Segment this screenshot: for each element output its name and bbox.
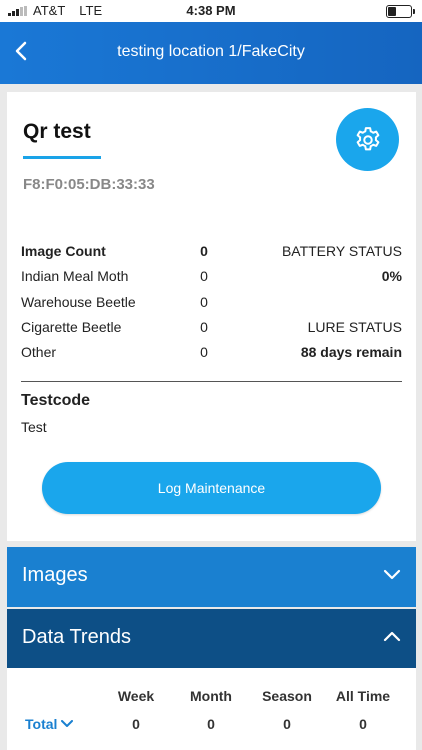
count-value: 0 bbox=[200, 344, 208, 360]
count-row: Warehouse Beetle 0 bbox=[21, 294, 402, 314]
status-time: 4:38 PM bbox=[186, 3, 236, 18]
lure-status-value: 88 days remain bbox=[300, 344, 402, 360]
log-maintenance-button[interactable]: Log Maintenance bbox=[42, 462, 381, 514]
count-value: 0 bbox=[200, 268, 208, 284]
count-row: Cigarette Beetle 0 LURE STATUS bbox=[21, 319, 402, 339]
battery-status-label: BATTERY STATUS bbox=[281, 243, 402, 259]
battery-icon bbox=[386, 5, 415, 18]
chevron-up-icon bbox=[383, 631, 401, 642]
images-section-header[interactable]: Images bbox=[7, 547, 416, 607]
data-trends-section-title: Data Trends bbox=[22, 626, 131, 648]
trend-value-month: 0 bbox=[207, 716, 215, 732]
count-row: Other 0 88 days remain bbox=[21, 344, 402, 364]
device-mac: F8:F0:05:DB:33:33 bbox=[23, 176, 155, 193]
testcode-value: Test bbox=[21, 419, 47, 435]
battery-status-value: 0% bbox=[381, 268, 402, 284]
device-name: Qr test bbox=[23, 120, 91, 143]
count-value: 0 bbox=[200, 319, 208, 335]
nav-bar: testing location 1/FakeCity bbox=[0, 22, 422, 84]
chevron-down-icon bbox=[61, 720, 74, 727]
trend-value-week: 0 bbox=[132, 716, 140, 732]
images-section-title: Images bbox=[22, 564, 88, 586]
trend-header-month: Month bbox=[190, 688, 232, 704]
count-label: Warehouse Beetle bbox=[21, 294, 136, 310]
count-row: Image Count 0 BATTERY STATUS bbox=[21, 243, 402, 263]
gear-icon bbox=[356, 126, 379, 150]
total-dropdown[interactable]: Total bbox=[25, 716, 74, 732]
data-trends-section-header[interactable]: Data Trends bbox=[7, 609, 416, 668]
trend-value-season: 0 bbox=[283, 716, 291, 732]
trend-header-week: Week bbox=[117, 688, 155, 704]
count-value: 0 bbox=[200, 294, 208, 310]
device-card: Qr test F8:F0:05:DB:33:33 Image Count 0 … bbox=[7, 92, 416, 541]
total-label: Total bbox=[25, 716, 58, 732]
count-row: Indian Meal Moth 0 0% bbox=[21, 268, 402, 288]
trend-header-season: Season bbox=[262, 688, 312, 704]
trend-header-all-time: All Time bbox=[335, 688, 391, 704]
lure-status-label: LURE STATUS bbox=[307, 319, 402, 335]
divider bbox=[21, 381, 402, 382]
status-bar: AT&T LTE 4:38 PM bbox=[0, 0, 422, 22]
chevron-down-icon bbox=[383, 569, 401, 580]
settings-button[interactable] bbox=[336, 108, 399, 171]
count-label: Image Count bbox=[21, 243, 106, 259]
trend-value-all-time: 0 bbox=[359, 716, 367, 732]
count-label: Other bbox=[21, 344, 57, 360]
testcode-label: Testcode bbox=[21, 392, 91, 409]
data-trends-panel: Week Month Season All Time Total 0 0 0 0 bbox=[7, 668, 416, 750]
count-label: Indian Meal Moth bbox=[21, 268, 129, 284]
device-name-underline bbox=[23, 156, 101, 159]
page-title: testing location 1/FakeCity bbox=[117, 43, 305, 60]
count-value: 0 bbox=[200, 243, 208, 259]
count-label: Cigarette Beetle bbox=[21, 319, 122, 335]
